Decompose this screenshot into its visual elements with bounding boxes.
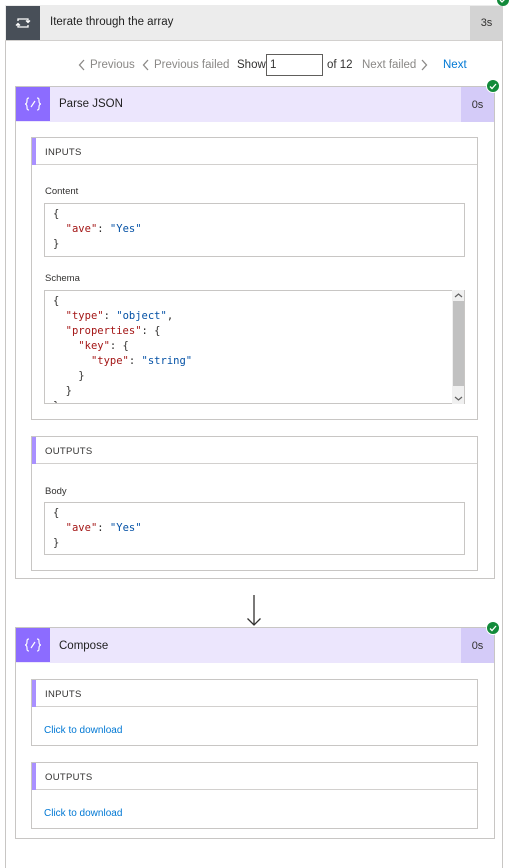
json-punctuation: : { (109, 340, 129, 352)
json-string: "string" (141, 355, 193, 367)
code-line: { (53, 207, 456, 222)
schema-label: Schema (45, 273, 80, 284)
chevron-left-icon (142, 59, 149, 71)
code-line: "key": { (53, 339, 456, 354)
json-punctuation (53, 355, 91, 367)
success-check-icon (497, 0, 509, 6)
json-string: "Yes" (109, 522, 142, 534)
content-label: Content (45, 186, 79, 197)
json-key: "type" (65, 310, 104, 322)
scroll-up-icon[interactable] (453, 291, 464, 300)
parse-json-title: Parse JSON (59, 98, 123, 110)
compose-title: Compose (59, 640, 109, 652)
body-code-box[interactable]: { "ave": "Yes"} (44, 502, 465, 555)
code-line: } (53, 384, 456, 399)
previous-failed-button[interactable]: Previous failed (142, 59, 229, 71)
outputs-header[interactable]: OUTPUTS (32, 763, 477, 790)
json-key: "properties" (65, 325, 142, 337)
data-operation-icon (16, 87, 50, 121)
outputs-header[interactable]: OUTPUTS (32, 437, 477, 464)
previous-button[interactable]: Previous (78, 59, 135, 71)
json-key: "key" (78, 340, 110, 352)
schema-scrollbar-thumb[interactable] (453, 301, 464, 386)
previous-label: Previous (90, 59, 135, 71)
json-key: "ave" (65, 223, 98, 235)
json-punctuation: } (53, 400, 59, 403)
json-key: "type" (90, 355, 129, 367)
schema-code-box[interactable]: { "type": "object", "properties": { "key… (44, 290, 465, 404)
outputs-label: OUTPUTS (45, 446, 93, 457)
loop-icon (6, 6, 40, 40)
json-punctuation: : (103, 310, 117, 322)
json-punctuation: { (53, 507, 60, 519)
data-operation-icon (16, 628, 50, 662)
json-punctuation (53, 310, 66, 322)
loop-title: Iterate through the array (50, 16, 174, 28)
pager-total: of 12 (327, 59, 353, 71)
inputs-header[interactable]: INPUTS (32, 680, 477, 707)
chevron-right-icon (421, 59, 428, 71)
next-failed-button[interactable]: Next failed (362, 59, 428, 71)
json-punctuation: : (97, 223, 110, 235)
success-check-icon (486, 79, 500, 93)
next-label: Next (443, 59, 467, 71)
json-string: "Yes" (109, 223, 142, 235)
code-line: } (53, 399, 456, 403)
code-line: } (53, 369, 456, 384)
code-line: "type": "string" (53, 354, 456, 369)
code-line: } (53, 536, 456, 551)
outputs-label: OUTPUTS (45, 772, 93, 783)
next-failed-label: Next failed (362, 59, 417, 71)
json-punctuation: } (53, 238, 60, 250)
json-punctuation: : (97, 522, 110, 534)
json-punctuation: : { (141, 325, 161, 337)
code-line: "type": "object", (53, 309, 456, 324)
json-string: "object" (116, 310, 167, 322)
success-check-icon (486, 621, 500, 635)
json-punctuation (53, 340, 78, 352)
json-punctuation: { (53, 295, 60, 307)
pager-show-label: Show (237, 59, 266, 71)
json-punctuation (53, 325, 66, 337)
json-punctuation: } (53, 370, 85, 382)
code-line: { (53, 294, 456, 309)
json-key: "ave" (65, 522, 98, 534)
code-line: "ave": "Yes" (53, 222, 456, 237)
inputs-label: INPUTS (45, 147, 82, 158)
code-line: { (53, 506, 456, 521)
code-line: "properties": { (53, 324, 456, 339)
loop-duration: 3s (470, 6, 503, 40)
content-code-box[interactable]: { "ave": "Yes"} (44, 203, 465, 257)
body-label: Body (45, 486, 67, 497)
iteration-input[interactable] (266, 54, 323, 76)
json-punctuation: } (53, 537, 60, 549)
chevron-left-icon (78, 59, 85, 71)
json-punctuation (53, 223, 66, 235)
code-line: "ave": "Yes" (53, 521, 456, 536)
json-punctuation: : (128, 355, 142, 367)
inputs-header[interactable]: INPUTS (32, 138, 477, 165)
outputs-download-link[interactable]: Click to download (44, 808, 122, 819)
json-punctuation (53, 522, 66, 534)
inputs-download-link[interactable]: Click to download (44, 725, 122, 736)
connector-arrow-icon (254, 0, 256, 1)
json-punctuation: { (53, 208, 60, 220)
arrow-down-icon (247, 595, 261, 626)
scroll-down-icon[interactable] (453, 394, 464, 403)
previous-failed-label: Previous failed (154, 59, 230, 71)
json-punctuation: } (53, 385, 72, 397)
next-button[interactable]: Next (443, 59, 471, 71)
code-line: } (53, 237, 456, 252)
inputs-label: INPUTS (45, 689, 82, 700)
json-punctuation: , (166, 310, 174, 322)
